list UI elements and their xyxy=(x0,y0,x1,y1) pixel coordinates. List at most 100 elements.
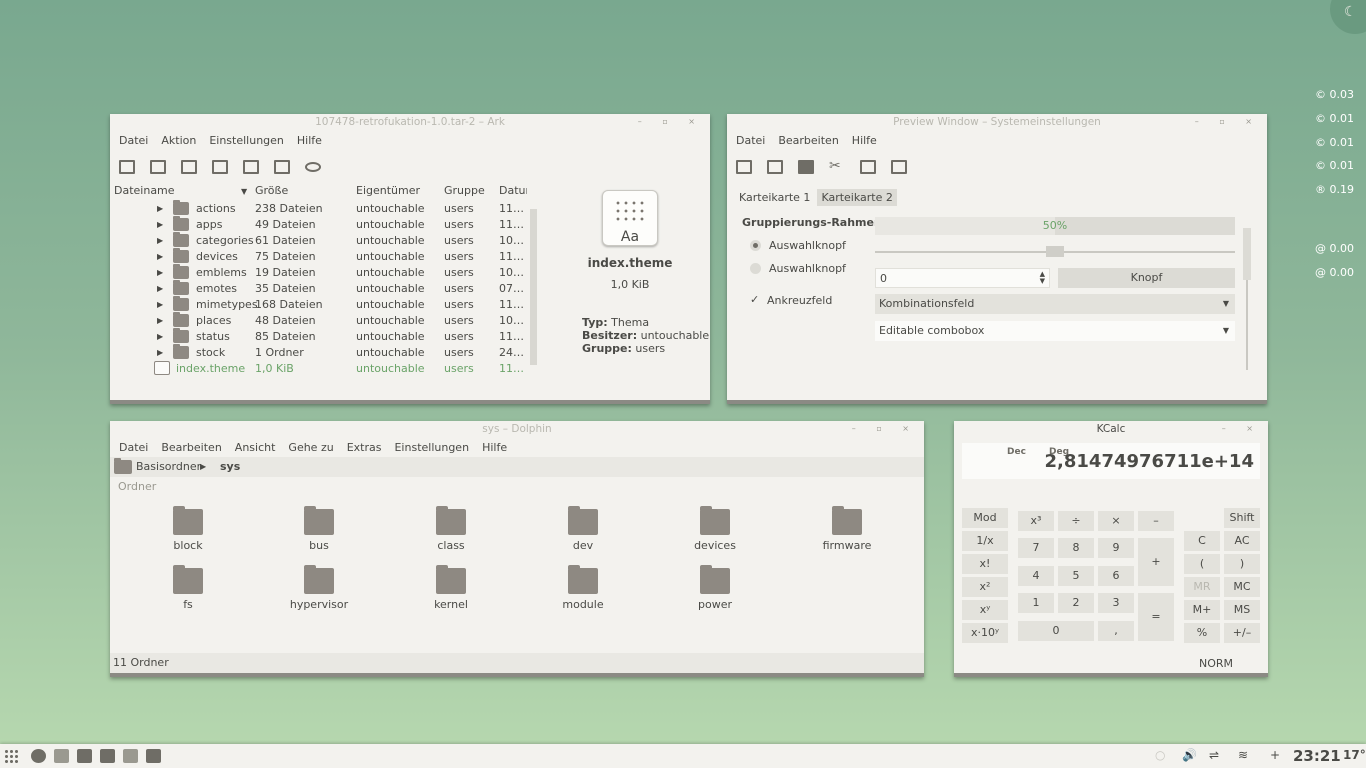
expand-arrow-icon[interactable]: ▶ xyxy=(157,204,163,213)
key-exp[interactable]: x·10ʸ xyxy=(962,623,1008,643)
usb-icon[interactable]: ⇌ xyxy=(1209,748,1219,762)
menu-hilfe[interactable]: Hilfe xyxy=(297,134,322,147)
table-row[interactable]: ▶ categories 61 Dateien untouchable users 10… xyxy=(110,232,530,249)
table-row[interactable]: ▶ emblems 19 Dateien untouchable users 10… xyxy=(110,264,530,281)
paste-icon[interactable] xyxy=(891,160,907,174)
key-square[interactable]: x² xyxy=(962,577,1008,597)
key-paren-open[interactable]: ( xyxy=(1184,554,1220,574)
folder-item[interactable]: power xyxy=(660,565,770,611)
menu-einstellungen[interactable]: Einstellungen xyxy=(209,134,284,147)
preview-titlebar[interactable]: Preview Window – Systemeinstellungen – ▫… xyxy=(727,114,1267,130)
expand-arrow-icon[interactable]: ▶ xyxy=(157,268,163,277)
add-widget-icon[interactable]: + xyxy=(1270,748,1280,762)
key-decimal[interactable]: , xyxy=(1098,621,1134,641)
key-1[interactable]: 1 xyxy=(1018,593,1054,613)
key-4[interactable]: 4 xyxy=(1018,566,1054,586)
vertical-slider-handle[interactable] xyxy=(1243,228,1251,280)
table-row[interactable]: ▶ apps 49 Dateien untouchable users 11… xyxy=(110,216,530,233)
key-mod[interactable]: Mod xyxy=(962,508,1008,528)
knopf-button[interactable]: Knopf xyxy=(1058,268,1235,288)
cut-icon[interactable]: ✂ xyxy=(829,159,845,174)
key-paren-close[interactable]: ) xyxy=(1224,554,1260,574)
key-memory-recall[interactable]: MR xyxy=(1184,577,1220,597)
slider-handle[interactable] xyxy=(1046,246,1064,257)
table-row[interactable]: ▶ emotes 35 Dateien untouchable users 07… xyxy=(110,280,530,297)
menu-extras[interactable]: Extras xyxy=(347,441,382,454)
clock[interactable]: 23:21 xyxy=(1293,747,1341,765)
key-equals[interactable]: = xyxy=(1138,593,1174,641)
window-controls[interactable]: – ▫ × xyxy=(852,421,918,437)
desktop-toolbox-button[interactable]: ☾ xyxy=(1330,0,1366,34)
folder-item[interactable]: block xyxy=(133,506,243,552)
editable-combo-box[interactable]: Editable combobox ▼ xyxy=(875,321,1235,341)
notification-icon[interactable]: ○ xyxy=(1155,748,1165,762)
dolphin-titlebar[interactable]: sys – Dolphin – ▫ × xyxy=(110,421,924,437)
weather-temp[interactable]: 17°C xyxy=(1343,748,1366,762)
key-5[interactable]: 5 xyxy=(1058,566,1094,586)
table-row[interactable]: index.theme 1,0 KiB untouchable users 11… xyxy=(110,361,530,377)
menu-hilfe[interactable]: Hilfe xyxy=(482,441,507,454)
expand-arrow-icon[interactable]: ▶ xyxy=(157,316,163,325)
key-cube[interactable]: x³ xyxy=(1018,511,1054,531)
window-controls[interactable]: – ▫ × xyxy=(638,114,704,130)
combo-box[interactable]: Kombinationsfeld ▼ xyxy=(875,294,1235,314)
task-kcalc-icon[interactable] xyxy=(123,749,138,763)
new-archive-icon[interactable] xyxy=(119,160,135,174)
col-groesse[interactable]: Größe xyxy=(255,184,288,197)
table-row[interactable]: ▶ devices 75 Dateien untouchable users 11… xyxy=(110,248,530,265)
save-icon[interactable] xyxy=(798,160,814,174)
key-2[interactable]: 2 xyxy=(1058,593,1094,613)
col-eigentuemer[interactable]: Eigentümer xyxy=(356,184,420,197)
radio-button-1[interactable] xyxy=(750,240,761,251)
menu-einstellungen[interactable]: Einstellungen xyxy=(394,441,469,454)
horizontal-slider[interactable] xyxy=(875,246,1235,257)
key-inverse[interactable]: 1/x xyxy=(962,531,1008,551)
folder-item[interactable]: hypervisor xyxy=(264,565,374,611)
copy-icon[interactable] xyxy=(860,160,876,174)
task-preview-icon[interactable] xyxy=(54,749,69,763)
folder-item[interactable]: bus xyxy=(264,506,374,552)
sort-chevron-icon[interactable]: ▼ xyxy=(241,187,247,196)
expand-arrow-icon[interactable]: ▶ xyxy=(157,284,163,293)
key-clear[interactable]: C xyxy=(1184,531,1220,551)
wifi-icon[interactable]: ≋ xyxy=(1238,748,1248,762)
expand-arrow-icon[interactable]: ▶ xyxy=(157,332,163,341)
expand-arrow-icon[interactable]: ▶ xyxy=(157,300,163,309)
breadcrumb-current[interactable]: sys xyxy=(220,460,240,473)
menu-datei[interactable]: Datei xyxy=(736,134,765,147)
folder-item[interactable]: kernel xyxy=(396,565,506,611)
key-memory-clear[interactable]: MC xyxy=(1224,577,1260,597)
key-minus[interactable]: – xyxy=(1138,511,1174,531)
folder-item[interactable]: dev xyxy=(528,506,638,552)
key-8[interactable]: 8 xyxy=(1058,538,1094,558)
menu-bearbeiten[interactable]: Bearbeiten xyxy=(161,441,221,454)
table-row[interactable]: ▶ status 85 Dateien untouchable users 11… xyxy=(110,328,530,345)
task-image-icon[interactable] xyxy=(146,749,161,763)
key-factorial[interactable]: x! xyxy=(962,554,1008,574)
key-6[interactable]: 6 xyxy=(1098,566,1134,586)
open-icon[interactable] xyxy=(150,160,166,174)
task-ark-icon[interactable] xyxy=(31,749,46,763)
preview-eye-icon[interactable] xyxy=(305,162,321,172)
folder-item[interactable]: class xyxy=(396,506,506,552)
breadcrumb-root[interactable]: Basisordner xyxy=(136,460,201,473)
spin-box[interactable]: 0 ▲ ▼ xyxy=(875,268,1050,288)
key-plus-minus[interactable]: +/– xyxy=(1224,623,1260,643)
checkmark-icon[interactable]: ✓ xyxy=(750,293,759,306)
vertical-slider-track[interactable] xyxy=(1246,280,1248,370)
window-controls[interactable]: – × xyxy=(1222,421,1262,437)
extract-icon[interactable] xyxy=(274,160,290,174)
key-memory-plus[interactable]: M+ xyxy=(1184,600,1220,620)
menu-datei[interactable]: Datei xyxy=(119,134,148,147)
key-all-clear[interactable]: AC xyxy=(1224,531,1260,551)
key-divide[interactable]: ÷ xyxy=(1058,511,1094,531)
menu-bearbeiten[interactable]: Bearbeiten xyxy=(778,134,838,147)
radio-button-2[interactable] xyxy=(750,263,761,274)
table-row[interactable]: ▶ mimetypes 168 Dateien untouchable users 11… xyxy=(110,296,530,313)
key-7[interactable]: 7 xyxy=(1018,538,1054,558)
task-dolphin-icon[interactable] xyxy=(77,749,92,763)
table-row[interactable]: ▶ places 48 Dateien untouchable users 10… xyxy=(110,312,530,329)
key-shift[interactable]: Shift xyxy=(1224,508,1260,528)
key-power[interactable]: xʸ xyxy=(962,600,1008,620)
add-folder-icon[interactable] xyxy=(212,160,228,174)
